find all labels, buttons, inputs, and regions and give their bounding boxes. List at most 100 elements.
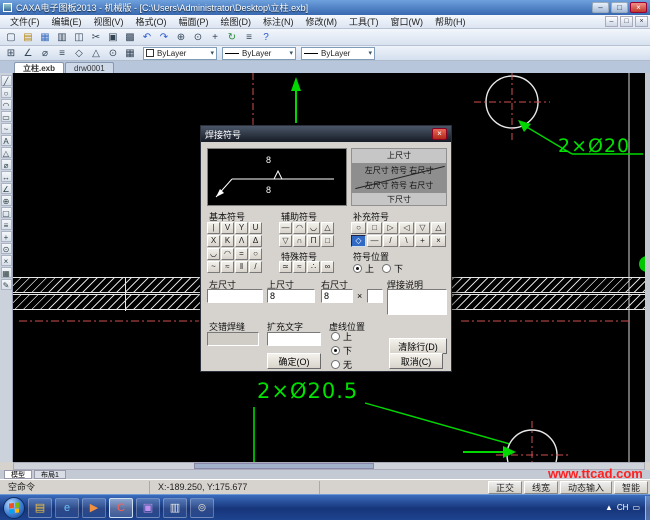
supp-symbol-button[interactable]: □	[367, 222, 382, 234]
polygon-icon[interactable]: ◇	[71, 46, 87, 60]
center-icon[interactable]: ⊙	[105, 46, 121, 60]
stagger-weld-input[interactable]	[207, 332, 259, 346]
aux-symbol-button[interactable]: ◠	[293, 222, 306, 234]
pan-icon[interactable]: +	[207, 30, 223, 44]
basic-symbol-button[interactable]: X	[207, 235, 220, 247]
linear-dim-icon[interactable]: ↔	[1, 171, 12, 182]
keyboard-icon[interactable]: ▭	[632, 503, 640, 512]
print-preview-icon[interactable]: ◫	[71, 30, 87, 44]
diameter-icon[interactable]: ⌀	[37, 46, 53, 60]
tray-expand-icon[interactable]: ▲	[605, 503, 613, 512]
special-symbol-button[interactable]: ∴	[307, 261, 320, 273]
menu-item[interactable]: 标注(N)	[257, 15, 300, 29]
zoom-in-icon[interactable]: ⊕	[173, 30, 189, 44]
open-folder-icon[interactable]: ▤	[20, 30, 36, 44]
polygon-tool-icon[interactable]: △	[1, 147, 12, 158]
supp-symbol-button[interactable]: △	[431, 222, 446, 234]
triangle-icon[interactable]: △	[88, 46, 104, 60]
menu-item[interactable]: 修改(M)	[300, 15, 344, 29]
menu-item[interactable]: 帮助(H)	[429, 15, 472, 29]
ok-button[interactable]: 确定(O)	[267, 353, 321, 369]
lineweight-combo[interactable]: ByLayer ▾	[301, 47, 375, 60]
supp-symbol-button[interactable]: +	[415, 235, 430, 247]
basic-symbol-button[interactable]: ≈	[221, 261, 234, 273]
model-tab[interactable]: 布局1	[34, 470, 66, 479]
dashline-position-radio[interactable]: 无	[331, 358, 352, 371]
menu-item[interactable]: 格式(O)	[130, 15, 173, 29]
document-tab[interactable]: drw0001	[65, 62, 114, 73]
status-toggle-button[interactable]: 线宽	[524, 481, 558, 494]
basic-symbol-button[interactable]: V	[221, 222, 234, 234]
diameter-dim-icon[interactable]: ⌀	[1, 159, 12, 170]
supp-symbol-button[interactable]: ◇	[351, 235, 366, 247]
basic-symbol-button[interactable]: ‖	[235, 261, 248, 273]
rect-tool-icon[interactable]: ▭	[1, 111, 12, 122]
special-symbol-button[interactable]: ≈	[293, 261, 306, 273]
paste-icon[interactable]: ▩	[122, 30, 138, 44]
media-player-icon[interactable]: ▶	[82, 498, 106, 518]
layer-manager-icon[interactable]: ≡	[241, 30, 257, 44]
aux-symbol-button[interactable]: ▽	[279, 235, 292, 247]
scrollbar-thumb[interactable]	[194, 463, 374, 469]
dashline-position-radio[interactable]: 上	[331, 330, 352, 343]
document-tab[interactable]: 立柱.exb	[14, 62, 64, 73]
special-symbol-button[interactable]: ∞	[321, 261, 334, 273]
dialog-close-button[interactable]: ×	[432, 128, 447, 140]
copy-icon[interactable]: ▣	[105, 30, 121, 44]
dialog-titlebar[interactable]: 焊接符号 ×	[201, 126, 451, 142]
text-tool-icon[interactable]: A	[1, 135, 12, 146]
new-file-icon[interactable]: ▢	[3, 30, 19, 44]
child-window-button[interactable]: □	[620, 16, 633, 27]
right-dim-input[interactable]	[321, 289, 353, 303]
left-dim-input[interactable]	[207, 289, 263, 303]
supp-symbol-button[interactable]: ▷	[383, 222, 398, 234]
basic-symbol-button[interactable]: ○	[249, 248, 262, 260]
dashline-position-radio[interactable]: 下	[331, 344, 352, 357]
basic-symbol-button[interactable]: U	[249, 222, 262, 234]
center-tool-icon[interactable]: ⊙	[1, 243, 12, 254]
undo-icon[interactable]: ↶	[139, 30, 155, 44]
basic-symbol-button[interactable]: |	[207, 222, 220, 234]
edit-tool-icon[interactable]: ✎	[1, 279, 12, 290]
start-button[interactable]	[3, 497, 25, 519]
line-tool-icon[interactable]: ╱	[1, 75, 12, 86]
menu-item[interactable]: 窗口(W)	[385, 15, 430, 29]
point-tool-icon[interactable]: ⊕	[1, 195, 12, 206]
menu-item[interactable]: 幅面(P)	[173, 15, 215, 29]
erase-tool-icon[interactable]: ×	[1, 255, 12, 266]
language-indicator[interactable]: CH	[617, 503, 629, 512]
status-toggle-button[interactable]: 智能	[614, 481, 648, 494]
status-toggle-button[interactable]: 动态输入	[560, 481, 612, 494]
basic-symbol-button[interactable]: ◡	[207, 248, 220, 260]
supp-symbol-button[interactable]: ○	[351, 222, 366, 234]
menu-item[interactable]: 视图(V)	[88, 15, 130, 29]
redraw-icon[interactable]: ↻	[224, 30, 240, 44]
supp-symbol-button[interactable]: \	[399, 235, 414, 247]
linetype-combo[interactable]: ByLayer ▾	[222, 47, 296, 60]
symbol-position-radio[interactable]: 上	[353, 262, 374, 275]
angle-dim-icon[interactable]: ∠	[1, 183, 12, 194]
aux-symbol-button[interactable]: —	[279, 222, 292, 234]
close-button[interactable]: ×	[630, 2, 647, 13]
model-tab[interactable]: 模型	[4, 470, 32, 479]
zoom-extents-icon[interactable]: ⊙	[190, 30, 206, 44]
circle-tool-icon[interactable]: ○	[1, 87, 12, 98]
angle-icon[interactable]: ∠	[20, 46, 36, 60]
count-input[interactable]	[367, 289, 383, 303]
block-tool-icon[interactable]: ▢	[1, 207, 12, 218]
basic-symbol-button[interactable]: K	[221, 235, 234, 247]
basic-symbol-button[interactable]: /	[249, 261, 262, 273]
child-window-button[interactable]: ×	[635, 16, 648, 27]
settings-icon[interactable]: ⊚	[190, 498, 214, 518]
caxa-icon[interactable]: C	[109, 498, 133, 518]
arc-tool-icon[interactable]: ◠	[1, 99, 12, 110]
linetype-icon[interactable]: ≡	[54, 46, 70, 60]
supp-symbol-button[interactable]: /	[383, 235, 398, 247]
aux-symbol-button[interactable]: ∩	[293, 235, 306, 247]
basic-symbol-button[interactable]: Λ	[235, 235, 248, 247]
menu-item[interactable]: 工具(T)	[343, 15, 385, 29]
menu-item[interactable]: 编辑(E)	[46, 15, 88, 29]
aux-symbol-button[interactable]: ◡	[307, 222, 320, 234]
aux-symbol-button[interactable]: □	[321, 235, 334, 247]
basic-symbol-button[interactable]: Δ	[249, 235, 262, 247]
